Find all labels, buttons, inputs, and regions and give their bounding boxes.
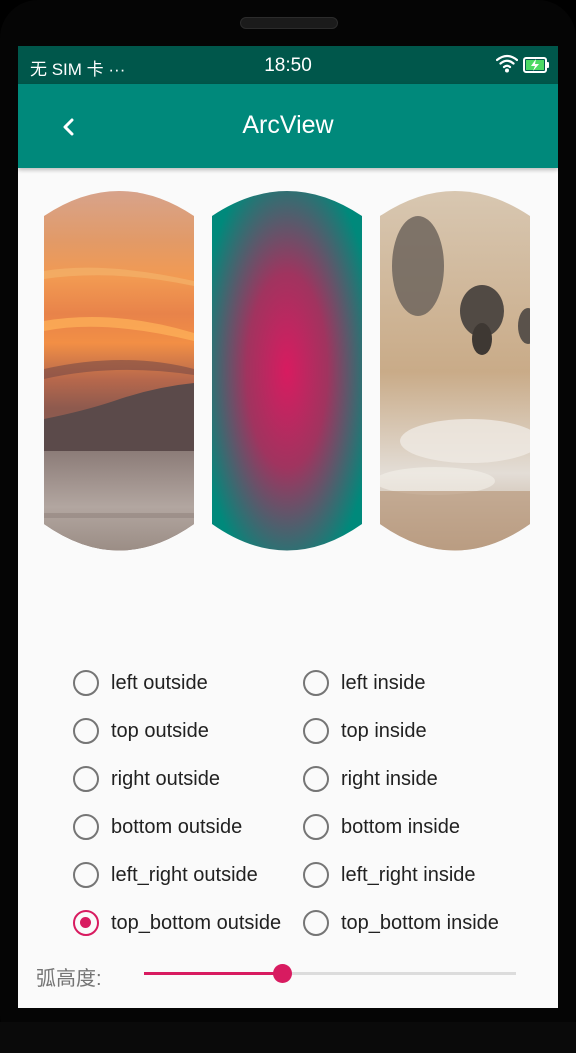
status-bar: 无 SIM 卡 ··· 18:50: [18, 46, 558, 84]
radio-label: top_bottom inside: [341, 911, 499, 934]
radio-label: bottom outside: [111, 815, 243, 838]
battery-charging-icon: [523, 57, 550, 78]
phone-frame: 无 SIM 卡 ··· 18:50 ArcView left outside l…: [0, 0, 576, 1053]
radio-circle[interactable]: [303, 670, 329, 696]
radio-top-inside[interactable]: top inside: [303, 711, 427, 751]
radio-circle-checked[interactable]: [73, 910, 99, 936]
radio-bottom-outside[interactable]: bottom outside: [73, 807, 242, 847]
wifi-icon: [495, 54, 519, 79]
radio-label: right inside: [341, 767, 438, 790]
bottom-bezel: [0, 1022, 576, 1053]
radio-label: right outside: [111, 767, 220, 790]
app-bar: ArcView: [18, 84, 558, 168]
radio-circle[interactable]: [303, 718, 329, 744]
radio-label: left_right inside: [341, 863, 476, 886]
radio-left-outside[interactable]: left outside: [73, 663, 208, 703]
radio-top-bottom-inside[interactable]: top_bottom inside: [303, 903, 499, 943]
radio-top-outside[interactable]: top outside: [73, 711, 209, 751]
radio-left-right-outside[interactable]: left_right outside: [73, 855, 258, 895]
radio-circle[interactable]: [303, 910, 329, 936]
radio-label: bottom inside: [341, 815, 460, 838]
radio-left-inside[interactable]: left inside: [303, 663, 426, 703]
clock-text: 18:50: [264, 55, 312, 76]
radio-circle[interactable]: [73, 670, 99, 696]
radio-left-right-inside[interactable]: left_right inside: [303, 855, 476, 895]
sunset-arc-image: [44, 191, 194, 551]
radio-circle[interactable]: [303, 862, 329, 888]
arc-height-label: 弧高度:: [36, 968, 102, 990]
radio-label: top_bottom outside: [111, 911, 282, 934]
radio-right-inside[interactable]: right inside: [303, 759, 438, 799]
slider-fill: [144, 972, 282, 975]
radio-top-bottom-outside[interactable]: top_bottom outside: [73, 903, 281, 943]
radio-circle[interactable]: [73, 718, 99, 744]
gradient-arc-view: [212, 191, 362, 551]
arc-height-slider[interactable]: [144, 964, 516, 983]
screen: 无 SIM 卡 ··· 18:50 ArcView left outside l…: [18, 46, 558, 1008]
radio-bottom-inside[interactable]: bottom inside: [303, 807, 460, 847]
arc-views-row: [44, 191, 530, 551]
radio-circle[interactable]: [73, 814, 99, 840]
radio-circle[interactable]: [73, 862, 99, 888]
radio-circle[interactable]: [303, 814, 329, 840]
radio-circle[interactable]: [73, 766, 99, 792]
radio-label: left_right outside: [111, 863, 258, 886]
radio-circle[interactable]: [303, 766, 329, 792]
wildebeest-arc-image: [380, 191, 530, 551]
radio-label: top outside: [111, 719, 209, 742]
radio-right-outside[interactable]: right outside: [73, 759, 220, 799]
speaker-grille: [240, 17, 338, 29]
radio-label: top inside: [341, 719, 427, 742]
page-title: ArcView: [242, 111, 334, 139]
radio-label: left inside: [341, 671, 426, 694]
slider-thumb[interactable]: [272, 964, 292, 983]
radio-label: left outside: [111, 671, 208, 694]
